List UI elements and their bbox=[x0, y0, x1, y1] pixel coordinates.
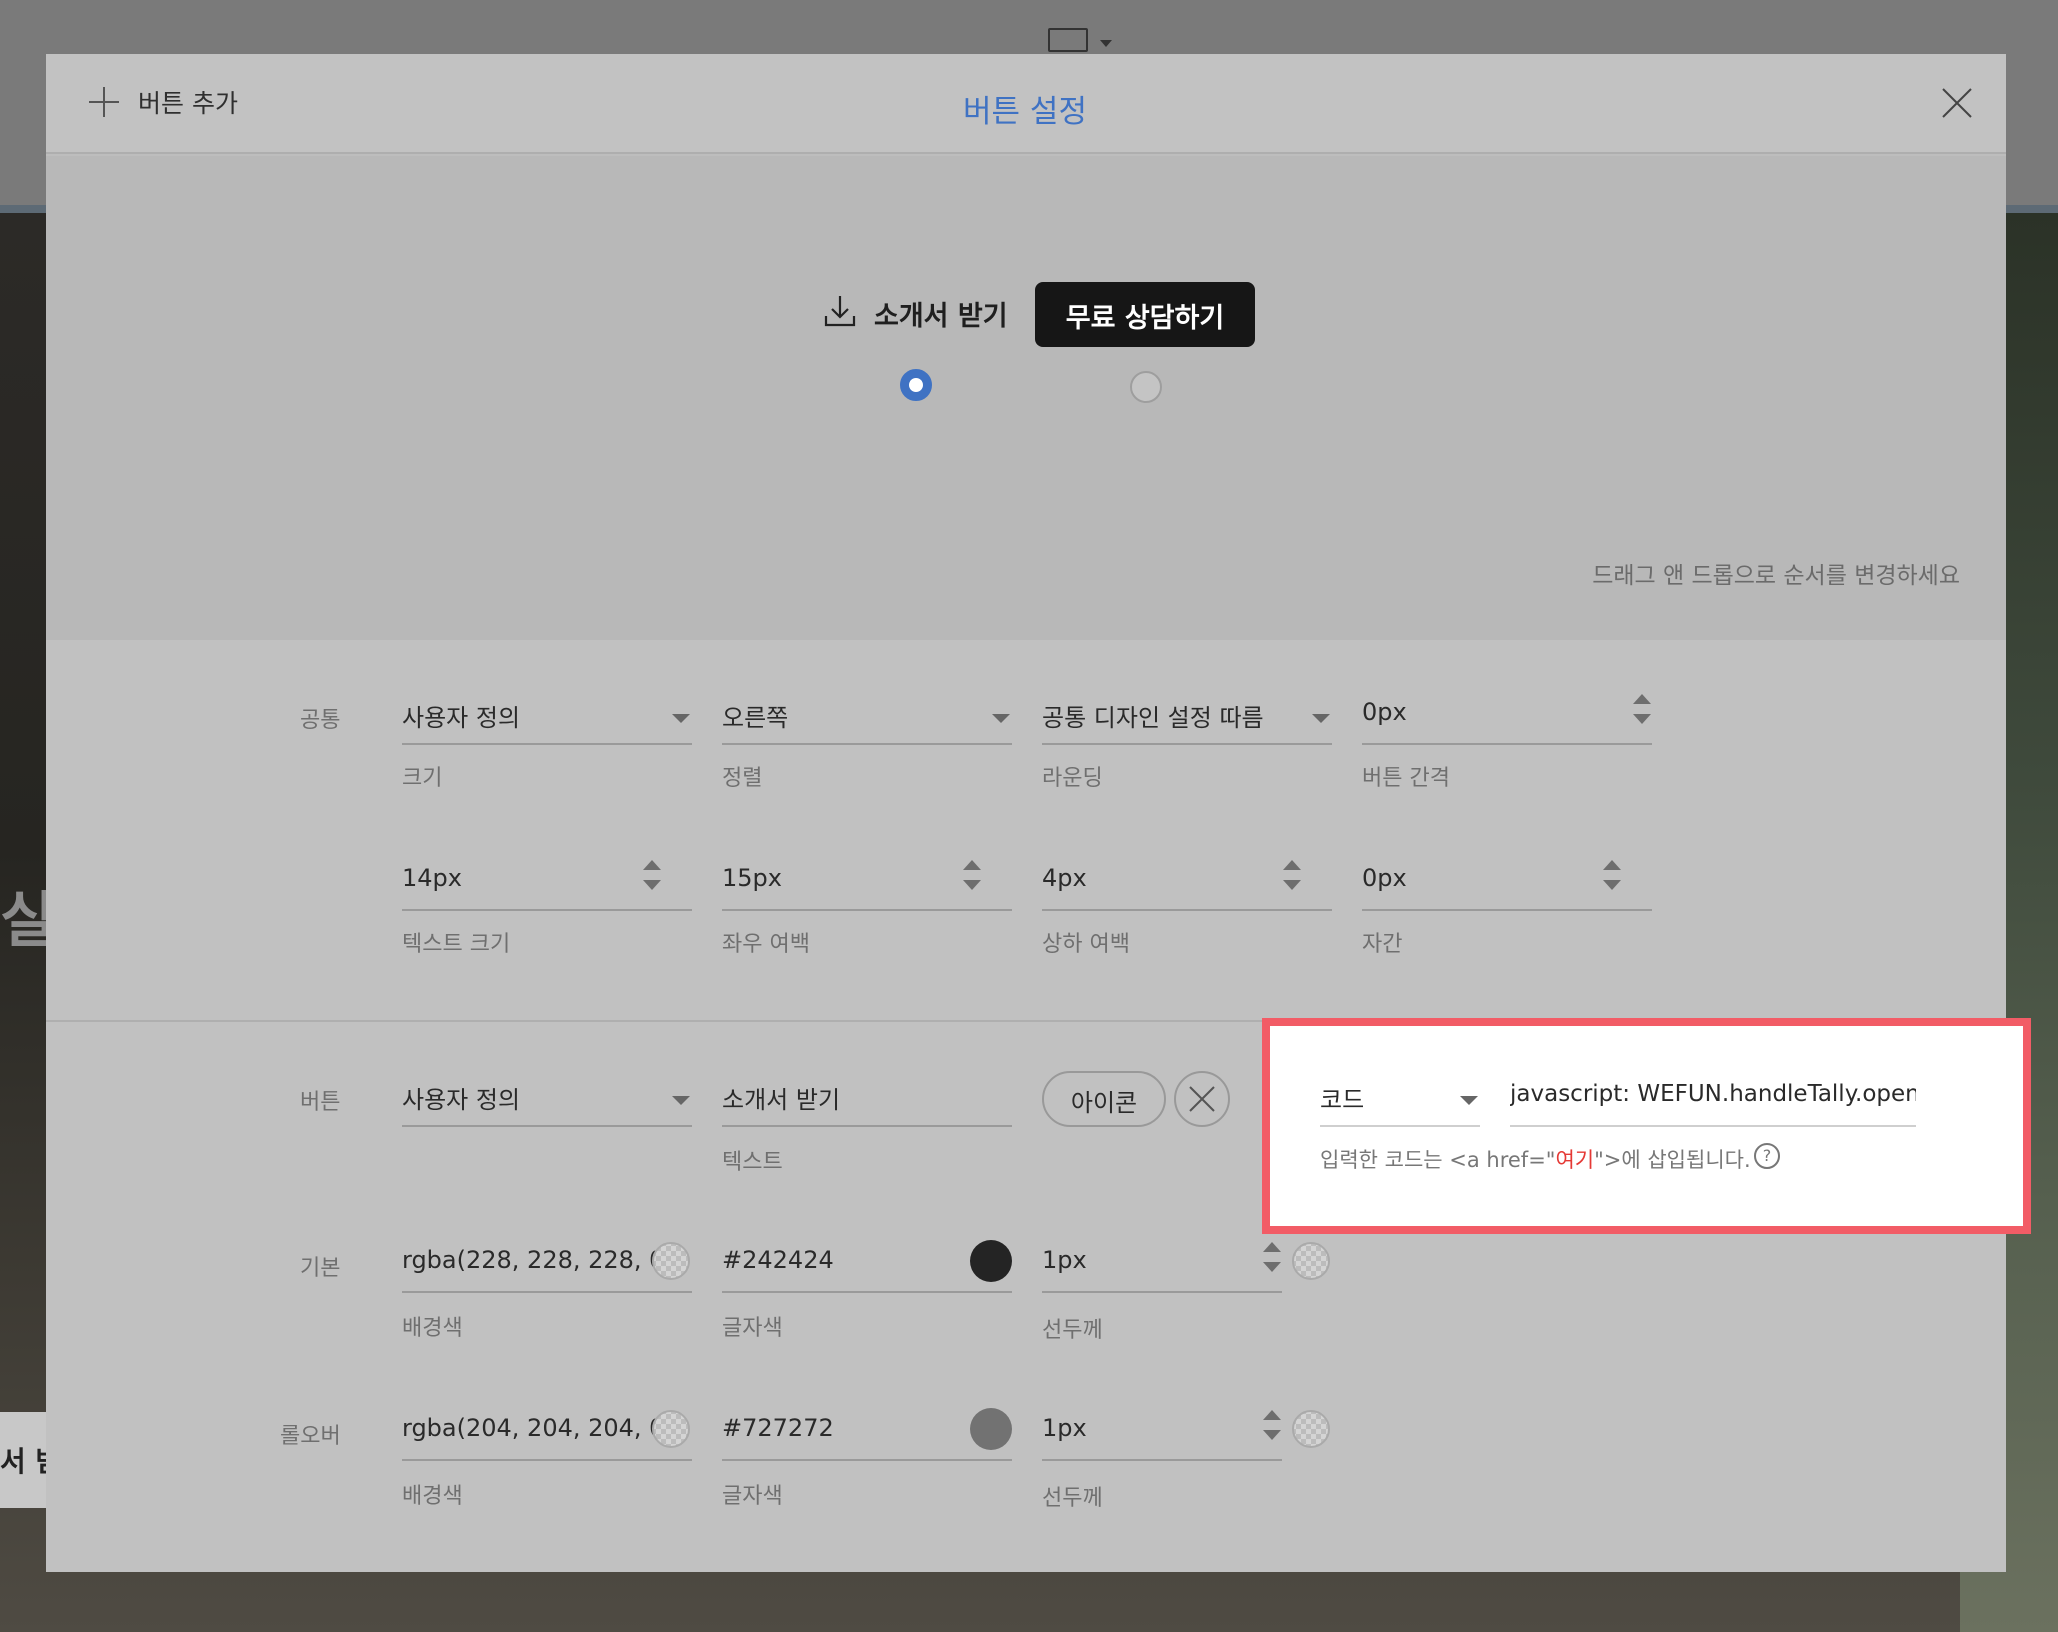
button-style-select-value[interactable]: 사용자 정의 bbox=[402, 1080, 520, 1115]
chevron-down-icon[interactable] bbox=[672, 1096, 690, 1105]
letter-spacing-label: 자간 bbox=[1362, 932, 1403, 957]
v-padding-input[interactable]: 4px bbox=[1042, 864, 1087, 892]
link-type-select-value[interactable]: 코드 bbox=[1320, 1080, 1364, 1115]
preview-radio[interactable] bbox=[1130, 371, 1162, 403]
preview-button-download[interactable]: 소개서 받기 bbox=[874, 294, 1008, 333]
preview-radio-selected[interactable] bbox=[900, 369, 932, 401]
default-bg-color-underline bbox=[402, 1291, 692, 1293]
text-size-stepper[interactable] bbox=[642, 860, 662, 892]
default-text-color-swatch[interactable] bbox=[970, 1240, 1012, 1282]
rounding-select-underline bbox=[1042, 743, 1332, 745]
hover-bg-color-swatch[interactable] bbox=[652, 1410, 690, 1448]
letter-spacing-stepper[interactable] bbox=[1602, 860, 1622, 892]
button-text-input[interactable]: 소개서 받기 bbox=[722, 1080, 840, 1115]
link-code-underline bbox=[1510, 1125, 1916, 1127]
size-select-underline bbox=[402, 743, 692, 745]
h-padding-input[interactable]: 15px bbox=[722, 864, 782, 892]
link-type-underline bbox=[1320, 1125, 1480, 1127]
preview-button-consult-label: 무료 상담하기 bbox=[1065, 303, 1225, 334]
section-label-button: 버튼 bbox=[300, 1090, 341, 1115]
text-size-label: 텍스트 크기 bbox=[402, 932, 511, 957]
align-label: 정렬 bbox=[722, 766, 763, 791]
download-icon bbox=[824, 294, 856, 328]
default-border-color-swatch[interactable] bbox=[1292, 1242, 1330, 1280]
button-text-label: 텍스트 bbox=[722, 1150, 783, 1175]
default-bg-color-input[interactable]: rgba(228, 228, 228, 0) bbox=[402, 1246, 674, 1274]
help-icon[interactable]: ? bbox=[1754, 1143, 1780, 1169]
default-border-width-stepper[interactable] bbox=[1262, 1242, 1282, 1274]
default-border-width-label: 선두께 bbox=[1042, 1318, 1103, 1343]
default-border-width-input[interactable]: 1px bbox=[1042, 1246, 1087, 1274]
text-size-input[interactable]: 14px bbox=[402, 864, 462, 892]
default-text-color-underline bbox=[722, 1291, 1012, 1293]
hover-text-color-input[interactable]: #727272 bbox=[722, 1414, 834, 1442]
align-select-value[interactable]: 오른쪽 bbox=[722, 698, 788, 733]
hover-border-width-input[interactable]: 1px bbox=[1042, 1414, 1087, 1442]
v-padding-label: 상하 여백 bbox=[1042, 932, 1130, 957]
text-size-underline bbox=[402, 909, 692, 911]
rounding-select-value[interactable]: 공통 디자인 설정 따름 bbox=[1042, 698, 1264, 733]
hover-border-width-label: 선두께 bbox=[1042, 1486, 1103, 1511]
default-text-color-label: 글자색 bbox=[722, 1316, 783, 1341]
icon-button-label: 아이콘 bbox=[1070, 1089, 1138, 1117]
section-label-default: 기본 bbox=[300, 1256, 341, 1281]
default-text-color-input[interactable]: #242424 bbox=[722, 1246, 834, 1274]
desktop-device-icon[interactable] bbox=[1048, 28, 1088, 52]
hover-border-width-underline bbox=[1042, 1459, 1282, 1461]
v-padding-underline bbox=[1042, 909, 1332, 911]
default-border-width-underline bbox=[1042, 1291, 1282, 1293]
code-hint-highlight: 여기 bbox=[1555, 1148, 1595, 1172]
close-icon[interactable] bbox=[1942, 88, 1972, 118]
code-hint-prefix: 입력한 코드는 <a href=" bbox=[1320, 1148, 1556, 1172]
chevron-down-icon[interactable] bbox=[1460, 1096, 1478, 1105]
modal-title: 버튼 설정 bbox=[963, 94, 1087, 130]
link-code-input[interactable]: javascript: WEFUN.handleTally.openTa bbox=[1510, 1081, 1916, 1107]
hover-bg-color-label: 배경색 bbox=[402, 1484, 463, 1509]
hover-border-width-stepper[interactable] bbox=[1262, 1410, 1282, 1442]
button-gap-stepper[interactable] bbox=[1632, 694, 1652, 726]
h-padding-underline bbox=[722, 909, 1012, 911]
hover-text-color-underline bbox=[722, 1459, 1012, 1461]
hover-text-color-swatch[interactable] bbox=[970, 1408, 1012, 1450]
hover-text-color-label: 글자색 bbox=[722, 1484, 783, 1509]
rounding-label: 라운딩 bbox=[1042, 766, 1103, 791]
button-gap-underline bbox=[1362, 743, 1652, 745]
h-padding-label: 좌우 여백 bbox=[722, 932, 810, 957]
align-select-underline bbox=[722, 743, 1012, 745]
chevron-down-icon[interactable] bbox=[1312, 714, 1330, 723]
letter-spacing-underline bbox=[1362, 909, 1652, 911]
link-code-hint: 입력한 코드는 <a href="여기">에 삽입됩니다. bbox=[1320, 1144, 1751, 1174]
reorder-hint: 드래그 앤 드롭으로 순서를 변경하세요 bbox=[1592, 563, 1960, 589]
hover-bg-color-input[interactable]: rgba(204, 204, 204, 0) bbox=[402, 1414, 674, 1442]
hover-bg-color-underline bbox=[402, 1459, 692, 1461]
size-label: 크기 bbox=[402, 766, 443, 791]
size-select-value[interactable]: 사용자 정의 bbox=[402, 698, 520, 733]
button-text-underline bbox=[722, 1125, 1012, 1127]
section-label-common: 공통 bbox=[300, 708, 341, 733]
default-bg-color-swatch[interactable] bbox=[652, 1242, 690, 1280]
chevron-down-icon[interactable] bbox=[1100, 40, 1112, 47]
code-hint-suffix: ">에 삽입됩니다. bbox=[1594, 1148, 1751, 1172]
chevron-down-icon[interactable] bbox=[992, 714, 1010, 723]
button-style-underline bbox=[402, 1125, 692, 1127]
v-padding-stepper[interactable] bbox=[1282, 860, 1302, 892]
button-gap-label: 버튼 간격 bbox=[1362, 766, 1450, 791]
chevron-down-icon[interactable] bbox=[672, 714, 690, 723]
button-gap-input[interactable]: 0px bbox=[1362, 698, 1407, 726]
close-icon bbox=[1189, 1086, 1215, 1112]
section-label-hover: 롤오버 bbox=[280, 1424, 341, 1449]
default-bg-color-label: 배경색 bbox=[402, 1316, 463, 1341]
hover-border-color-swatch[interactable] bbox=[1292, 1410, 1330, 1448]
letter-spacing-input[interactable]: 0px bbox=[1362, 864, 1407, 892]
h-padding-stepper[interactable] bbox=[962, 860, 982, 892]
